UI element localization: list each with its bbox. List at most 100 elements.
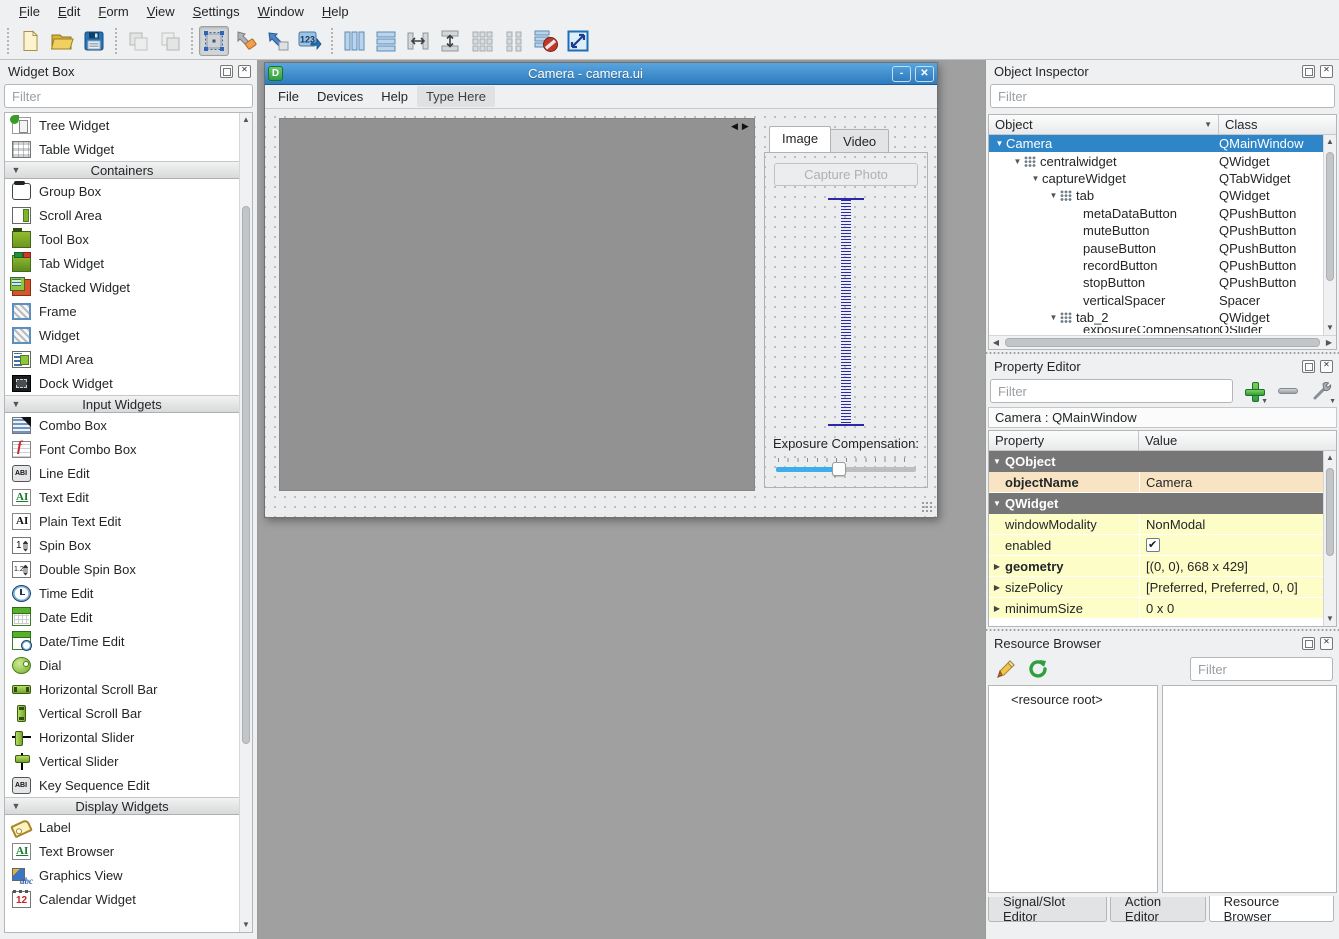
vertical-spacer-indicator[interactable] — [841, 198, 851, 426]
widget-item-stacked-widget[interactable]: Stacked Widget — [5, 275, 239, 299]
scroll-right-icon[interactable]: ▶ — [1322, 338, 1336, 347]
form-menu-devices[interactable]: Devices — [308, 86, 372, 107]
widget-item-tree-widget[interactable]: Tree Widget — [5, 113, 239, 137]
edit-buddies-button[interactable] — [263, 26, 293, 56]
menu-view[interactable]: View — [138, 2, 184, 21]
scroll-up-icon[interactable]: ▲ — [1324, 135, 1336, 149]
widget-item-dial[interactable]: Dial — [5, 653, 239, 677]
tree-row-mutebutton[interactable]: muteButton QPushButton — [989, 222, 1336, 239]
resource-filter-input[interactable] — [1190, 657, 1333, 681]
form-menu-type-here[interactable]: Type Here — [417, 86, 495, 107]
capture-tab-panel[interactable]: Capture Photo Exposure Compensation: — [764, 152, 928, 488]
widget-item-widget[interactable]: Widget — [5, 323, 239, 347]
widget-item-mdi-area[interactable]: MDI Area — [5, 347, 239, 371]
property-filter-input[interactable] — [990, 379, 1233, 403]
float-panel-icon[interactable] — [220, 65, 233, 78]
tree-row-exposurecompensation[interactable]: exposureCompensation QSlider — [989, 326, 1336, 333]
widget-item-group-box[interactable]: Group Box — [5, 179, 239, 203]
widget-item-double-spin-box[interactable]: Double Spin Box — [5, 557, 239, 581]
scrollbar-thumb[interactable] — [1326, 152, 1334, 281]
capture-photo-button[interactable]: Capture Photo — [774, 163, 918, 186]
tree-row-centralwidget[interactable]: ▼centralwidget QWidget — [989, 152, 1336, 169]
duplicate-disabled-button[interactable] — [155, 26, 185, 56]
menu-file[interactable]: File — [10, 2, 49, 21]
widget-item-line-edit[interactable]: Line Edit — [5, 461, 239, 485]
property-group-qobject[interactable]: ▼ QObject — [989, 451, 1336, 472]
widget-item-table-widget[interactable]: Table Widget — [5, 137, 239, 161]
tab-image[interactable]: Image — [769, 126, 831, 153]
expand-arrow-icon[interactable]: ▼ — [989, 457, 1005, 466]
object-inspector-filter-input[interactable] — [990, 84, 1335, 108]
property-value[interactable]: [(0, 0), 668 x 429] — [1139, 556, 1336, 576]
tab-scroll-arrows-icon[interactable]: ◀▶ — [731, 121, 753, 132]
layout-horizontal-button[interactable] — [339, 26, 369, 56]
close-panel-icon[interactable] — [1320, 360, 1333, 373]
close-panel-icon[interactable] — [238, 65, 251, 78]
layout-grid-button[interactable] — [467, 26, 497, 56]
widget-item-calendar-widget[interactable]: Calendar Widget — [5, 887, 239, 911]
expand-arrow-icon[interactable]: ▼ — [1047, 191, 1060, 200]
property-value[interactable]: 0 x 0 — [1139, 598, 1336, 618]
widget-item-tab-widget[interactable]: Tab Widget — [5, 251, 239, 275]
edit-resources-button[interactable] — [994, 658, 1018, 680]
scrollbar-thumb[interactable] — [1005, 338, 1320, 347]
tree-row-verticalspacer[interactable]: verticalSpacer Spacer — [989, 292, 1336, 309]
save-form-button[interactable] — [79, 26, 109, 56]
reload-resources-button[interactable] — [1026, 658, 1050, 680]
tree-row-metadatabutton[interactable]: metaDataButton QPushButton — [989, 205, 1336, 222]
widget-box-scrollbar[interactable]: ▲ ▼ — [239, 113, 252, 932]
adjust-size-button[interactable] — [563, 26, 593, 56]
float-panel-icon[interactable] — [1302, 360, 1315, 373]
expand-arrow-icon[interactable]: ▶ — [989, 562, 1005, 571]
expand-arrow-icon[interactable]: ▶ — [989, 583, 1005, 592]
menu-window[interactable]: Window — [249, 2, 313, 21]
add-dynamic-property-button[interactable]: ▼ — [1241, 379, 1267, 403]
property-value[interactable]: NonModal — [1139, 514, 1336, 534]
widget-item-graphics-view[interactable]: Graphics View — [5, 863, 239, 887]
expand-arrow-icon[interactable]: ▼ — [1029, 174, 1042, 183]
minimize-button[interactable]: - — [892, 66, 911, 82]
widget-item-vertical-scroll-bar[interactable]: Vertical Scroll Bar — [5, 701, 239, 725]
layout-vertical-button[interactable] — [371, 26, 401, 56]
expand-arrow-icon[interactable]: ▶ — [989, 604, 1005, 613]
menu-settings[interactable]: Settings — [184, 2, 249, 21]
scroll-up-icon[interactable]: ▲ — [1324, 451, 1336, 465]
expand-arrow-icon[interactable]: ▼ — [1047, 313, 1060, 322]
form-editor-window[interactable]: D Camera - camera.ui - ✕ File Devices He… — [264, 62, 938, 518]
tab-resource-browser[interactable]: Resource Browser — [1209, 896, 1334, 922]
property-row-enabled[interactable]: enabled — [989, 535, 1336, 556]
expand-arrow-icon[interactable]: ▼ — [993, 139, 1006, 148]
property-value[interactable]: [Preferred, Preferred, 0, 0] — [1139, 577, 1336, 597]
property-row-windowmodality[interactable]: windowModality NonModal — [989, 514, 1336, 535]
widget-item-text-browser[interactable]: Text Browser — [5, 839, 239, 863]
widget-item-vertical-slider[interactable]: Vertical Slider — [5, 749, 239, 773]
form-resize-grip[interactable] — [921, 501, 933, 513]
column-header-class[interactable]: Class — [1219, 115, 1336, 134]
scroll-left-icon[interactable]: ◀ — [989, 338, 1003, 347]
tree-row-camera[interactable]: ▼Camera QMainWindow — [989, 135, 1336, 152]
tab-action-editor[interactable]: Action Editor — [1110, 897, 1206, 922]
widget-item-dock-widget[interactable]: Dock Widget — [5, 371, 239, 395]
column-header-value[interactable]: Value — [1139, 431, 1336, 450]
expand-arrow-icon[interactable]: ▼ — [989, 499, 1005, 508]
edit-widgets-button[interactable] — [199, 26, 229, 56]
tab-order-button[interactable]: 123 — [295, 26, 325, 56]
widget-box-filter-input[interactable] — [4, 84, 253, 108]
widget-item-date-edit[interactable]: Date Edit — [5, 605, 239, 629]
break-layout-button[interactable] — [531, 26, 561, 56]
property-row-sizepolicy[interactable]: ▶sizePolicy [Preferred, Preferred, 0, 0] — [989, 577, 1336, 598]
widget-item-text-edit[interactable]: Text Edit — [5, 485, 239, 509]
widget-item-frame[interactable]: Frame — [5, 299, 239, 323]
toolbar-handle[interactable] — [4, 28, 12, 54]
tree-row-tab2[interactable]: ▼tab_2 QWidget — [989, 309, 1336, 326]
layout-splitter-horizontal-button[interactable] — [403, 26, 433, 56]
float-panel-icon[interactable] — [1302, 65, 1315, 78]
category-display-widgets[interactable]: ▼Display Widgets — [5, 797, 239, 815]
configure-property-editor-button[interactable]: ▼ — [1309, 379, 1335, 403]
scrollbar-thumb[interactable] — [1326, 468, 1334, 556]
camera-viewfinder-widget[interactable] — [279, 118, 755, 491]
widget-item-horizontal-slider[interactable]: Horizontal Slider — [5, 725, 239, 749]
property-editor-vscrollbar[interactable]: ▲ ▼ — [1323, 451, 1336, 626]
widget-item-spin-box[interactable]: Spin Box — [5, 533, 239, 557]
column-header-object[interactable]: Object▼ — [989, 115, 1219, 134]
